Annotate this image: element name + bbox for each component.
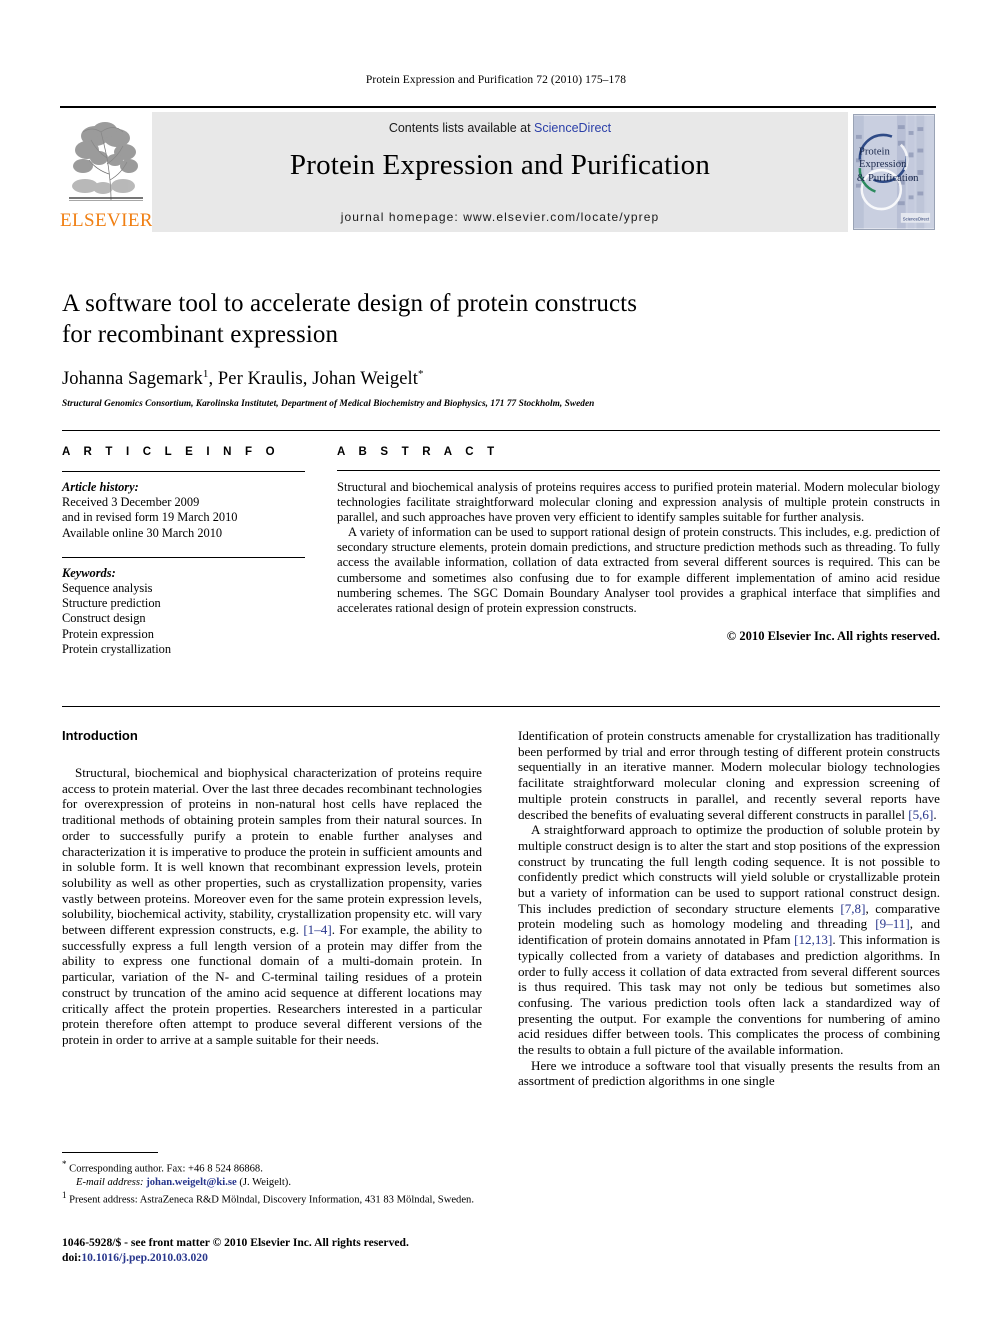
journal-cover-block: Protein Expression & Purification Scienc… <box>848 112 936 232</box>
footnote-divider <box>62 1152 158 1153</box>
history-line-revised: and in revised form 19 March 2010 <box>62 510 238 525</box>
paragraph: Here we introduce a software tool that v… <box>518 1058 940 1089</box>
author-weigelt: Johan Weigelt <box>312 369 419 390</box>
article-page: Protein Expression and Purification 72 (… <box>0 0 992 1323</box>
svg-text:& Purification: & Purification <box>857 172 919 184</box>
keyword-item: Sequence analysis <box>62 581 153 596</box>
svg-text:Protein: Protein <box>859 145 891 157</box>
intro-left-text-a: Structural, biochemical and biophysical … <box>62 765 482 938</box>
journal-cover-thumbnail: Protein Expression & Purification Scienc… <box>853 114 935 230</box>
abstract-heading: A B S T R A C T <box>337 446 500 458</box>
section-heading-introduction: Introduction <box>62 728 138 743</box>
imprint-block: 1046-5928/$ - see front matter © 2010 El… <box>62 1236 532 1265</box>
body-column-right: Identification of protein constructs ame… <box>518 728 940 1089</box>
paragraph: Structural, biochemical and biophysical … <box>62 765 482 1048</box>
doi-label: doi: <box>62 1250 82 1264</box>
journal-title: Protein Expression and Purification <box>289 149 711 181</box>
article-history: Article history: Received 3 December 200… <box>62 480 305 541</box>
author-footnote-mark-star[interactable]: * <box>418 368 424 380</box>
paragraph: A straightforward approach to optimize t… <box>518 822 940 1058</box>
contents-prefix-text: Contents lists available at <box>388 121 535 135</box>
abstract-body: Structural and biochemical analysis of p… <box>337 480 940 616</box>
svg-text:ScienceDirect: ScienceDirect <box>903 216 930 221</box>
citation-ref-7-8[interactable]: [7,8] <box>840 901 865 916</box>
body-column-left: Introduction Structural, biochemical and… <box>62 728 482 1048</box>
keyword-item: Protein crystallization <box>62 641 172 656</box>
author-separator-1: , <box>208 369 218 390</box>
email-link[interactable]: johan.weigelt@ki.se <box>146 1177 236 1188</box>
keywords-divider <box>62 556 305 558</box>
footnote-email-suffix: (J. Weigelt). <box>239 1176 291 1188</box>
keywords-label: Keywords: <box>62 565 116 580</box>
author-list: Johanna Sagemark1, Per Kraulis, Johan We… <box>62 368 942 390</box>
page-title: A software tool to accelerate design of … <box>62 288 942 350</box>
citation-ref-5-6[interactable]: [5,6] <box>908 807 933 822</box>
footnote-email-label: E-mail address: <box>76 1176 144 1188</box>
footnote-block: * Corresponding author. Fax: +46 8 524 8… <box>62 1158 482 1206</box>
citation-ref-12-13[interactable]: [12,13] <box>794 932 832 947</box>
intro-right-text-b: . <box>933 806 937 822</box>
article-info-heading: A R T I C L E I N F O <box>62 446 280 458</box>
journal-homepage-link[interactable]: journal homepage: www.elsevier.com/locat… <box>152 210 848 224</box>
article-info-divider <box>62 471 305 472</box>
abstract-paragraph-2: A variety of information can be used to … <box>337 525 940 615</box>
title-line-2: for recombinant expression <box>62 321 339 348</box>
affiliation: Structural Genomics Consortium, Karolins… <box>62 399 595 410</box>
footnote-mark-1: 1 <box>62 1189 67 1200</box>
info-rule-top <box>62 430 940 431</box>
footnote-mark-star: * <box>62 1159 67 1169</box>
footnote-corresponding-text: Corresponding author. Fax: +46 8 524 868… <box>69 1163 263 1175</box>
cover-art-icon: Protein Expression & Purification Scienc… <box>854 115 934 229</box>
history-line-online: Available online 30 March 2010 <box>62 525 223 540</box>
intro-right-p2-d: . This information is typically collecte… <box>518 932 941 1058</box>
article-history-label: Article history: <box>62 480 139 494</box>
article-info-column: A R T I C L E I N F O Article history: R… <box>62 446 305 657</box>
doi-link[interactable]: 10.1016/j.pep.2010.03.020 <box>81 1251 208 1264</box>
author-sagemark: Johanna Sagemark <box>62 369 203 390</box>
svg-text:Expression: Expression <box>859 158 907 170</box>
abstract-divider <box>337 470 940 471</box>
title-line-1: A software tool to accelerate design of … <box>62 290 638 317</box>
running-head: Protein Expression and Purification 72 (… <box>365 74 627 86</box>
footnote-corresponding-author: * Corresponding author. Fax: +46 8 524 8… <box>62 1158 482 1189</box>
elsevier-logo-block: ELSEVIER <box>60 112 153 232</box>
contents-available-line: Contents lists available at ScienceDirec… <box>152 121 848 135</box>
paragraph: Identification of protein constructs ame… <box>518 728 940 822</box>
history-line-received: Received 3 December 2009 <box>62 495 200 510</box>
footnote-present-text: Present address: AstraZeneca R&D Mölndal… <box>69 1194 474 1206</box>
citation-ref-1-4[interactable]: [1–4] <box>303 922 331 937</box>
title-block: A software tool to accelerate design of … <box>62 288 942 409</box>
elsevier-wordmark: ELSEVIER <box>60 210 153 231</box>
masthead-band: Contents lists available at ScienceDirec… <box>152 112 848 232</box>
author-kraulis: Per Kraulis <box>217 369 303 390</box>
intro-left-text-b: . For example, the ability to successful… <box>62 922 482 1047</box>
intro-text-right: Identification of protein constructs ame… <box>518 728 940 1089</box>
abstract-copyright: © 2010 Elsevier Inc. All rights reserved… <box>726 628 940 643</box>
journal-masthead: ELSEVIER Contents lists available at Sci… <box>60 106 936 232</box>
sciencedirect-link[interactable]: ScienceDirect <box>534 121 611 135</box>
imprint-front-matter: 1046-5928/$ - see front matter © 2010 El… <box>62 1236 409 1249</box>
elsevier-tree-icon <box>65 114 147 206</box>
keyword-item: Construct design <box>62 611 146 626</box>
intro-text-left: Structural, biochemical and biophysical … <box>62 765 482 1048</box>
footnote-present-address: 1 Present address: AstraZeneca R&D Mölnd… <box>62 1189 482 1207</box>
keyword-item: Protein expression <box>62 626 154 641</box>
abstract-column: A B S T R A C T Structural and biochemic… <box>337 446 940 644</box>
keywords-list: Keywords: Sequence analysis Structure pr… <box>62 566 305 657</box>
keyword-item: Structure prediction <box>62 596 161 611</box>
intro-right-p3: Here we introduce a software tool that v… <box>518 1057 940 1089</box>
abstract-paragraph-1: Structural and biochemical analysis of p… <box>337 480 940 525</box>
citation-ref-9-11[interactable]: [9–11] <box>875 916 909 931</box>
intro-right-text-a: Identification of protein constructs ame… <box>518 728 940 822</box>
author-separator-2: , <box>302 369 313 390</box>
imprint-doi: doi:10.1016/j.pep.2010.03.020 <box>62 1251 532 1266</box>
info-rule-bottom <box>62 706 940 707</box>
